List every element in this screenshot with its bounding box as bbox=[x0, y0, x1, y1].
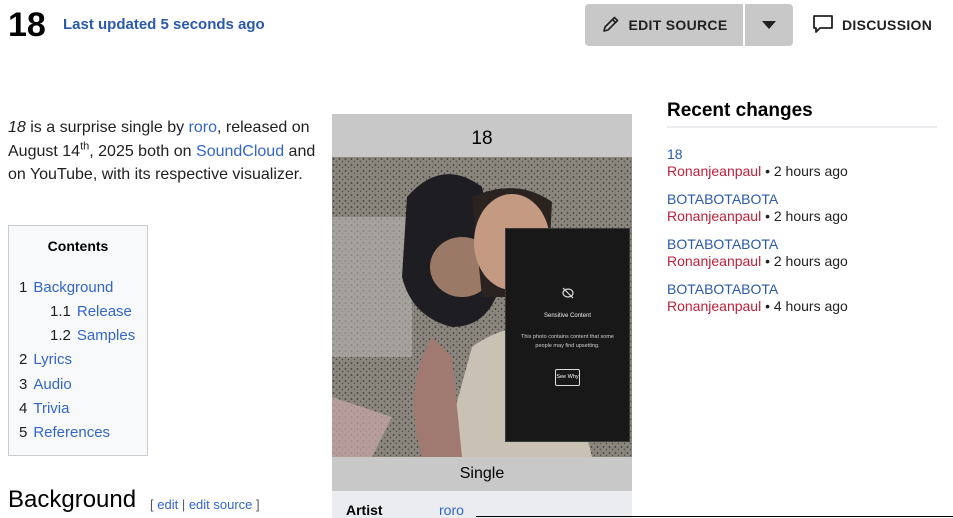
toc-link[interactable]: Background bbox=[33, 279, 113, 296]
recent-change-item: BOTABOTABOTA Ronanjeanpaul • 2 hours ago bbox=[667, 236, 848, 270]
last-updated-link[interactable]: Last updated 5 seconds ago bbox=[63, 16, 265, 33]
sensitive-title: Sensitive Content bbox=[543, 313, 592, 319]
bracket: ] bbox=[252, 497, 260, 512]
recent-change-time: • 2 hours ago bbox=[761, 253, 848, 269]
toc-number: 5 bbox=[19, 424, 28, 441]
toc-number: 2 bbox=[19, 351, 28, 368]
intro-paragraph: 18 is a surprise single by roro, release… bbox=[8, 116, 318, 187]
section-edit-source-link[interactable]: edit source bbox=[189, 497, 253, 512]
pencil-icon bbox=[601, 14, 621, 37]
toc-item-references[interactable]: 5 References bbox=[19, 424, 110, 441]
recent-change-page-link[interactable]: 18 bbox=[667, 146, 683, 162]
sensitive-description: This photo contains content that some pe… bbox=[521, 334, 614, 349]
recent-change-time: • 2 hours ago bbox=[761, 208, 848, 224]
ordinal-suffix: th bbox=[80, 140, 90, 153]
recent-change-user-link[interactable]: Ronanjeanpaul bbox=[667, 163, 761, 179]
toc-number: 1.2 bbox=[50, 327, 71, 344]
intro-text: , 2025 both on bbox=[89, 142, 197, 160]
edit-source-button[interactable]: EDIT SOURCE bbox=[585, 4, 743, 46]
recent-changes-heading: Recent changes bbox=[667, 100, 937, 128]
infobox-label: Artist bbox=[346, 502, 383, 518]
toc-link[interactable]: References bbox=[33, 424, 110, 441]
toc-item-audio[interactable]: 3 Audio bbox=[19, 376, 72, 393]
infobox-caption: Single bbox=[332, 457, 632, 491]
toc-number: 1.1 bbox=[50, 303, 71, 320]
table-of-contents: Contents 1 Background 1.1 Release 1.2 Sampl… bbox=[8, 225, 148, 456]
toc-item-background[interactable]: 1 Background bbox=[19, 279, 113, 296]
recent-change-user-link[interactable]: Ronanjeanpaul bbox=[667, 208, 761, 224]
toc-number: 4 bbox=[19, 400, 28, 417]
recent-change-item: BOTABOTABOTA Ronanjeanpaul • 4 hours ago bbox=[667, 281, 848, 315]
recent-change-time: • 4 hours ago bbox=[761, 298, 848, 314]
section-heading-background: Background bbox=[8, 486, 137, 513]
toc-item-samples[interactable]: 1.2 Samples bbox=[50, 327, 135, 344]
toc-link[interactable]: Release bbox=[77, 303, 132, 320]
infobox-row-artist: Artist roro bbox=[332, 491, 632, 518]
recent-change-user-link[interactable]: Ronanjeanpaul bbox=[667, 253, 761, 269]
recent-change-time: • 2 hours ago bbox=[761, 163, 848, 179]
recent-change-page-link[interactable]: BOTABOTABOTA bbox=[667, 281, 778, 297]
infobox-artist-link[interactable]: roro bbox=[439, 502, 464, 518]
toc-number: 3 bbox=[19, 376, 28, 393]
section-edit-link[interactable]: edit bbox=[157, 497, 178, 512]
infobox: 18 Sensitive Content This photo contains… bbox=[332, 114, 632, 518]
more-dropdown-button[interactable] bbox=[745, 4, 793, 46]
separator: | bbox=[178, 497, 189, 512]
toc-number: 1 bbox=[19, 279, 28, 296]
recent-change-page-link[interactable]: BOTABOTABOTA bbox=[667, 236, 778, 252]
recent-change-user-link[interactable]: Ronanjeanpaul bbox=[667, 298, 761, 314]
divider bbox=[476, 516, 953, 517]
toc-item-release[interactable]: 1.1 Release bbox=[50, 303, 132, 320]
sensitive-content-overlay: Sensitive Content This photo contains co… bbox=[505, 228, 630, 442]
toc-link[interactable]: Audio bbox=[33, 376, 71, 393]
page-title: 18 bbox=[8, 6, 46, 44]
infobox-title: 18 bbox=[332, 114, 632, 157]
chevron-down-icon bbox=[762, 16, 776, 34]
toc-link[interactable]: Samples bbox=[77, 327, 135, 344]
recent-change-item: 18 Ronanjeanpaul • 2 hours ago bbox=[667, 146, 848, 180]
discussion-label: DISCUSSION bbox=[842, 17, 933, 33]
see-why-button[interactable]: See Why bbox=[555, 369, 580, 386]
artist-link[interactable]: roro bbox=[189, 119, 217, 136]
toc-item-lyrics[interactable]: 2 Lyrics bbox=[19, 351, 72, 368]
eye-slash-icon bbox=[560, 285, 576, 306]
toc-item-trivia[interactable]: 4 Trivia bbox=[19, 400, 69, 417]
intro-text: is a surprise single by bbox=[25, 119, 189, 136]
toc-link[interactable]: Lyrics bbox=[33, 351, 72, 368]
speech-bubble-icon bbox=[812, 14, 834, 37]
section-edit-links: [ edit | edit source ] bbox=[150, 497, 260, 512]
recent-change-item: BOTABOTABOTA Ronanjeanpaul • 2 hours ago bbox=[667, 191, 848, 225]
soundcloud-link[interactable]: SoundCloud bbox=[196, 143, 284, 160]
recent-change-page-link[interactable]: BOTABOTABOTA bbox=[667, 191, 778, 207]
toc-link[interactable]: Trivia bbox=[33, 400, 69, 417]
intro-title: 18 bbox=[8, 119, 26, 136]
toc-title: Contents bbox=[47, 238, 109, 254]
discussion-button[interactable]: DISCUSSION bbox=[812, 4, 932, 46]
cover-art-image[interactable]: Sensitive Content This photo contains co… bbox=[332, 157, 632, 457]
edit-source-label: EDIT SOURCE bbox=[628, 17, 728, 33]
